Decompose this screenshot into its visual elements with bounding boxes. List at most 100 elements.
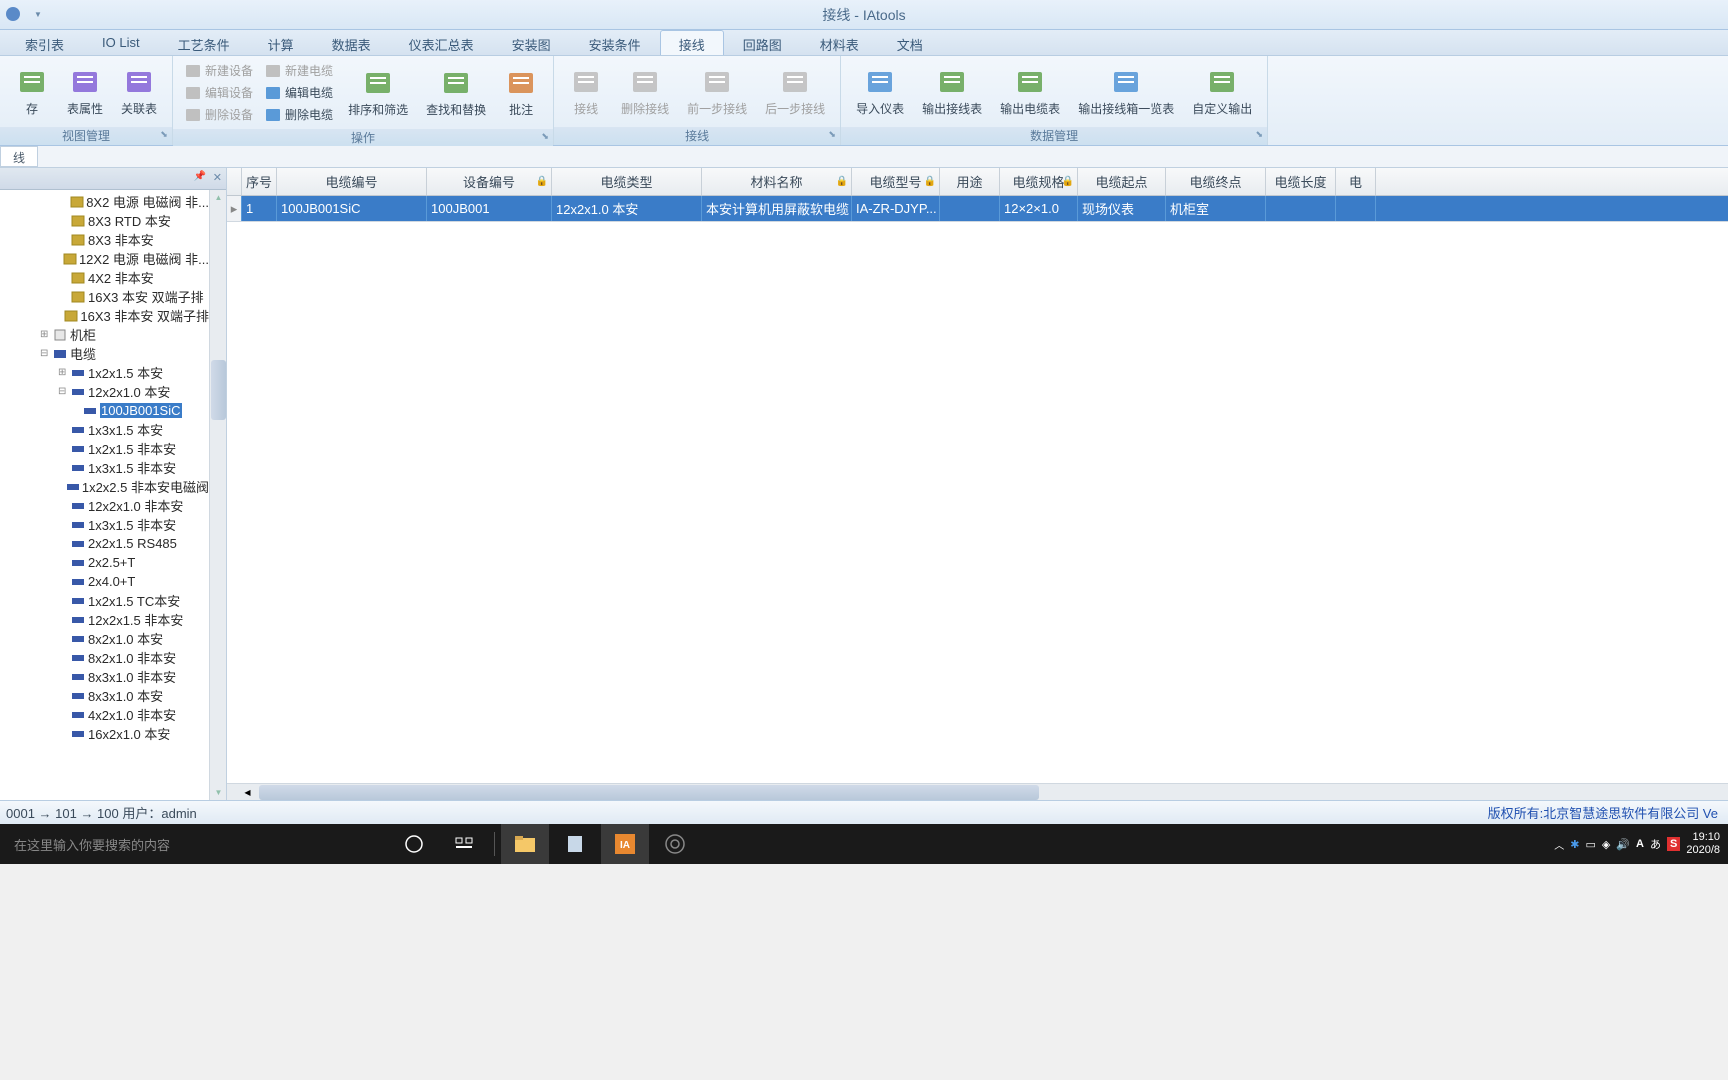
tree-node[interactable]: 2x2.5+T	[0, 553, 209, 572]
tree-node[interactable]: 8X2 电源 电磁阀 非...	[0, 192, 209, 211]
obs-icon[interactable]	[651, 824, 699, 864]
tree-node[interactable]: 12x2x1.0 非本安	[0, 496, 209, 515]
ribbon-tab-安装条件[interactable]: 安装条件	[570, 30, 660, 55]
table-cell[interactable]: 100JB001	[427, 196, 552, 221]
scroll-thumb[interactable]	[211, 360, 226, 420]
table-cell[interactable]	[1336, 196, 1376, 221]
file-explorer-icon[interactable]	[501, 824, 549, 864]
table-cell[interactable]: 1	[242, 196, 277, 221]
button-查找和替换[interactable]: 查找和替换	[417, 60, 495, 126]
button-表属性[interactable]: 表属性	[58, 59, 112, 125]
button-自定义输出[interactable]: 自定义输出	[1183, 59, 1261, 125]
button-关联表[interactable]: 关联表	[112, 59, 166, 125]
tree-node[interactable]: ⊟12x2x1.0 本安	[0, 382, 209, 401]
table-cell[interactable]	[1266, 196, 1336, 221]
tree-node[interactable]: ⊞机柜	[0, 325, 209, 344]
tree-node[interactable]: 12X2 电源 电磁阀 非...	[0, 249, 209, 268]
column-header-电缆型号[interactable]: 电缆型号🔒	[852, 168, 940, 195]
column-header-电缆终点[interactable]: 电缆终点	[1166, 168, 1266, 195]
scroll-up-icon[interactable]: ▲	[211, 190, 226, 205]
column-header-设备编号[interactable]: 设备编号🔒	[427, 168, 552, 195]
hscroll-thumb[interactable]	[259, 785, 1039, 800]
tree-scrollbar[interactable]: ▲ ▼	[209, 190, 226, 800]
ribbon-tab-IO List[interactable]: IO List	[83, 30, 159, 55]
tree-node[interactable]: 1x2x1.5 TC本安	[0, 591, 209, 610]
button-输出电缆表[interactable]: 输出电缆表	[991, 59, 1069, 125]
expand-icon[interactable]: ⊟	[40, 348, 52, 359]
column-header-材料名称[interactable]: 材料名称🔒	[702, 168, 852, 195]
ribbon-tab-索引表[interactable]: 索引表	[6, 30, 83, 55]
column-header-电缆长度[interactable]: 电缆长度	[1266, 168, 1336, 195]
column-header-电缆类型[interactable]: 电缆类型	[552, 168, 702, 195]
tree-node[interactable]: 2x4.0+T	[0, 572, 209, 591]
ribbon-tab-仪表汇总表[interactable]: 仪表汇总表	[390, 30, 493, 55]
ribbon-tab-数据表[interactable]: 数据表	[313, 30, 390, 55]
dialog-launcher-icon[interactable]: ⬊	[1253, 129, 1265, 141]
column-header-电[interactable]: 电	[1336, 168, 1376, 195]
button-输出接线箱一览表[interactable]: 输出接线箱一览表	[1069, 59, 1183, 125]
column-header-电缆规格[interactable]: 电缆规格🔒	[1000, 168, 1078, 195]
tray-chevron-icon[interactable]: ︿	[1554, 837, 1564, 852]
grid-hscrollbar[interactable]: ◀	[227, 783, 1728, 800]
tree-node[interactable]: 1x3x1.5 本安	[0, 420, 209, 439]
button-存[interactable]: 存	[6, 59, 58, 125]
tree-node[interactable]: 12x2x1.5 非本安	[0, 610, 209, 629]
column-header-电缆起点[interactable]: 电缆起点	[1078, 168, 1166, 195]
button-排序和筛选[interactable]: 排序和筛选	[339, 60, 417, 126]
tree-node[interactable]: 1x3x1.5 非本安	[0, 458, 209, 477]
ribbon-tab-计算[interactable]: 计算	[249, 30, 313, 55]
tree-node[interactable]: 16X3 非本安 双端子排	[0, 306, 209, 325]
tray-volume-icon[interactable]: 🔊	[1616, 838, 1630, 851]
tree-node[interactable]: 4x2x1.0 非本安	[0, 705, 209, 724]
tree-node[interactable]: ⊟电缆	[0, 344, 209, 363]
tray-clock[interactable]: 19:10 2020/8	[1686, 831, 1720, 857]
tree-node[interactable]: 1x2x1.5 非本安	[0, 439, 209, 458]
table-cell[interactable]: 机柜室	[1166, 196, 1266, 221]
ribbon-tab-材料表[interactable]: 材料表	[801, 30, 878, 55]
tree-node[interactable]: 1x3x1.5 非本安	[0, 515, 209, 534]
column-header-电缆编号[interactable]: 电缆编号	[277, 168, 427, 195]
expand-icon[interactable]: ⊟	[58, 386, 70, 397]
dialog-launcher-icon[interactable]: ⬊	[158, 129, 170, 141]
column-header-indicator[interactable]	[227, 168, 242, 195]
task-view-icon[interactable]	[440, 824, 488, 864]
tree-node[interactable]: 8x3x1.0 非本安	[0, 667, 209, 686]
tray-sync-icon[interactable]: ✱	[1570, 838, 1579, 851]
scroll-left-icon[interactable]: ◀	[240, 785, 255, 800]
table-cell[interactable]: 现场仪表	[1078, 196, 1166, 221]
cortana-icon[interactable]	[390, 824, 438, 864]
qat-dropdown[interactable]: ▼	[27, 3, 49, 25]
table-cell[interactable]: 12×2×1.0	[1000, 196, 1078, 221]
table-cell[interactable]: 100JB001SiC	[277, 196, 427, 221]
button-批注[interactable]: 批注	[495, 60, 547, 126]
dock-tab-wiring[interactable]: 线	[0, 146, 38, 167]
tree-node[interactable]: 8X3 RTD 本安	[0, 211, 209, 230]
ribbon-tab-工艺条件[interactable]: 工艺条件	[159, 30, 249, 55]
tree-node[interactable]: 8x3x1.0 本安	[0, 686, 209, 705]
tree-node[interactable]: 1x2x2.5 非本安电磁阀	[0, 477, 209, 496]
table-cell[interactable]: 本安计算机用屏蔽软电缆	[702, 196, 852, 221]
app-menu-button[interactable]	[2, 3, 24, 25]
ribbon-tab-接线[interactable]: 接线	[660, 30, 724, 55]
taskbar-search[interactable]: 在这里输入你要搜索的内容	[0, 835, 380, 854]
dialog-launcher-icon[interactable]: ⬊	[826, 129, 838, 141]
table-cell[interactable]: IA-ZR-DJYP...	[852, 196, 940, 221]
table-cell[interactable]	[940, 196, 1000, 221]
tree-node[interactable]: 16X3 本安 双端子排	[0, 287, 209, 306]
close-icon[interactable]: ✕	[213, 171, 222, 184]
dialog-launcher-icon[interactable]: ⬊	[539, 131, 551, 143]
tree-node[interactable]: ⊞1x2x1.5 本安	[0, 363, 209, 382]
pin-icon[interactable]: 📌	[194, 171, 206, 182]
table-row[interactable]: ▸1100JB001SiC100JB00112x2x1.0 本安本安计算机用屏蔽…	[227, 196, 1728, 222]
ribbon-tab-安装图[interactable]: 安装图	[493, 30, 570, 55]
scroll-down-icon[interactable]: ▼	[211, 785, 226, 800]
ribbon-tab-回路图[interactable]: 回路图	[724, 30, 801, 55]
tray-sogou-icon[interactable]: S	[1667, 837, 1680, 851]
button-导入仪表[interactable]: 导入仪表	[847, 59, 913, 125]
column-header-序号[interactable]: 序号	[242, 168, 277, 195]
tree-node[interactable]: 4X2 非本安	[0, 268, 209, 287]
tray-wifi-icon[interactable]: ◈	[1602, 838, 1610, 851]
app-icon-1[interactable]	[551, 824, 599, 864]
tree-node[interactable]: 16x2x1.0 本安	[0, 724, 209, 743]
button-编辑电缆[interactable]: 编辑电缆	[261, 82, 337, 103]
